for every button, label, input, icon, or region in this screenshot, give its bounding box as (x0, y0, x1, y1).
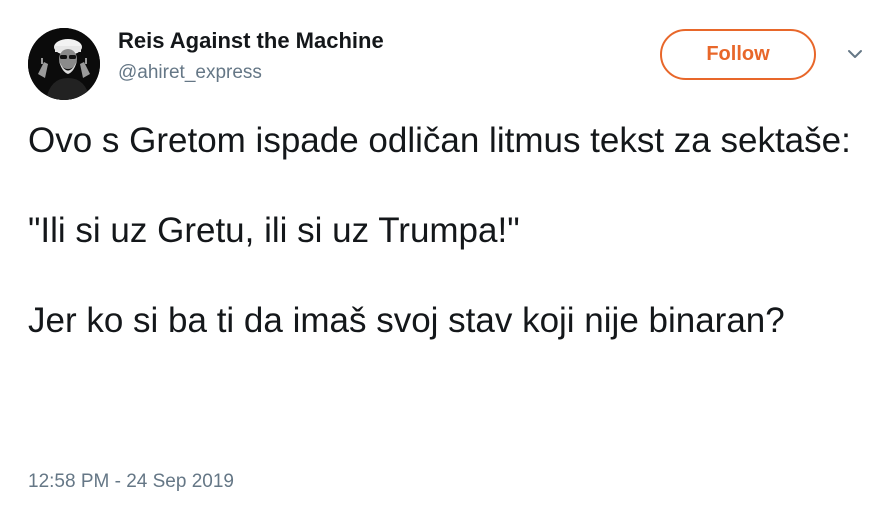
tweet-timestamp[interactable]: 12:58 PM - 24 Sep 2019 (28, 471, 234, 493)
tweet-paragraph: Jer ko si ba ti da imaš svoj stav koji n… (28, 301, 785, 340)
user-handle[interactable]: @ahiret_express (118, 62, 262, 84)
avatar[interactable] (28, 28, 100, 100)
tweet-paragraph: "Ili si uz Gretu, ili si uz Trumpa!" (28, 211, 520, 250)
follow-button[interactable]: Follow (660, 29, 816, 80)
display-name[interactable]: Reis Against the Machine (118, 28, 384, 54)
tweet-card: Reis Against the Machine @ahiret_express… (0, 0, 891, 507)
tweet-text: Ovo s Gretom ispade odličan litmus tekst… (28, 118, 858, 343)
avatar-image (28, 28, 100, 100)
chevron-down-icon[interactable] (842, 44, 868, 64)
tweet-paragraph: Ovo s Gretom ispade odličan litmus tekst… (28, 121, 851, 160)
